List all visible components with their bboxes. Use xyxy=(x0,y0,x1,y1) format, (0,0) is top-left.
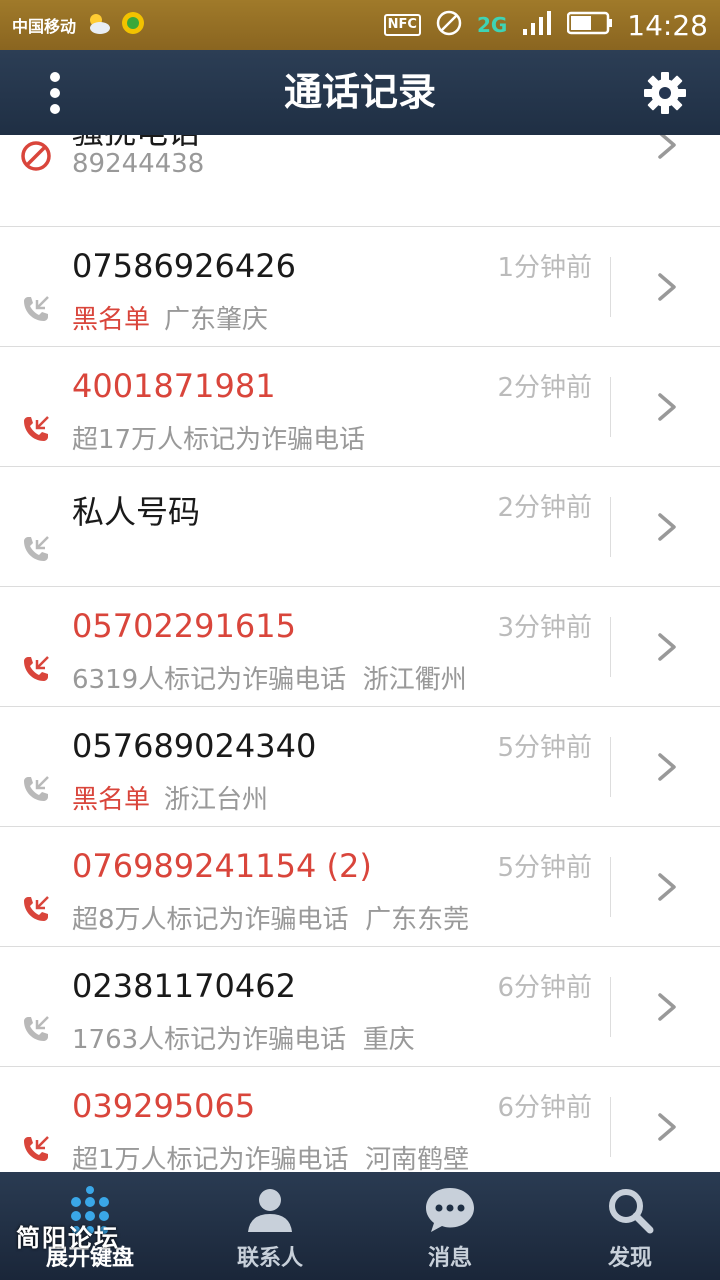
call-row[interactable]: 4001871981 超17万人标记为诈骗电话 2分钟前 xyxy=(0,347,720,467)
call-row[interactable]: 076989241154 (2) 超8万人标记为诈骗电话 广东东莞 5分钟前 xyxy=(0,827,720,947)
caller-name: 07586926426 xyxy=(72,247,296,285)
incoming-call-icon xyxy=(20,773,52,805)
person-icon xyxy=(248,1189,292,1232)
caller-detail: 89244438 xyxy=(72,149,204,179)
incoming-call-icon xyxy=(20,533,52,565)
caller-location: 超1万人标记为诈骗电话 河南鹤壁 xyxy=(72,1145,470,1172)
app-notification-icon xyxy=(120,10,146,40)
row-divider xyxy=(610,737,611,797)
caller-detail: 黑名单 浙江台州 xyxy=(72,779,268,816)
caller-detail: 超17万人标记为诈骗电话 xyxy=(72,419,365,456)
forum-watermark: 简阳论坛 xyxy=(16,1223,120,1252)
caller-detail: 超1万人标记为诈骗电话 河南鹤壁 xyxy=(72,1139,469,1172)
caller-name: 私人号码 xyxy=(72,493,201,531)
tab-contacts[interactable]: 联系人 xyxy=(180,1172,360,1280)
missed-call-icon xyxy=(20,413,52,445)
tab-label: 消息 xyxy=(427,1246,472,1271)
row-divider xyxy=(610,257,611,317)
search-icon xyxy=(609,1189,654,1234)
chevron-right-icon[interactable] xyxy=(652,867,682,907)
chevron-right-icon[interactable] xyxy=(652,387,682,427)
missed-call-icon xyxy=(20,893,52,925)
row-divider xyxy=(610,377,611,437)
caller-name: 076989241154 (2) xyxy=(72,847,372,885)
call-time: 5分钟前 xyxy=(497,853,592,883)
missed-call-icon xyxy=(20,1133,52,1165)
call-row[interactable]: 07586926426 黑名单 广东肇庆 1分钟前 xyxy=(0,227,720,347)
call-time: 3分钟前 xyxy=(497,613,592,643)
caller-name: 05702291615 xyxy=(72,607,296,645)
tab-discover[interactable]: 发现 xyxy=(540,1172,720,1280)
chevron-right-icon[interactable] xyxy=(652,627,682,667)
row-divider xyxy=(610,857,611,917)
chat-bubble-icon xyxy=(426,1188,474,1232)
signal-icon xyxy=(521,9,553,41)
clock: 14:28 xyxy=(627,8,708,42)
status-bar: 中国移动 NFC 2G 14:28 xyxy=(0,0,720,50)
call-row[interactable]: 骚扰电话 89244438 xyxy=(0,135,720,227)
tab-label: 联系人 xyxy=(236,1246,303,1271)
caller-detail: 6319人标记为诈骗电话 浙江衢州 xyxy=(72,659,467,696)
chevron-right-icon[interactable] xyxy=(652,987,682,1027)
caller-detail: 超8万人标记为诈骗电话 广东东莞 xyxy=(72,899,469,936)
caller-name: 039295065 xyxy=(72,1087,256,1125)
caller-detail: 1763人标记为诈骗电话 重庆 xyxy=(72,1019,415,1056)
row-divider xyxy=(610,617,611,677)
call-time: 2分钟前 xyxy=(497,493,592,523)
call-time: 6分钟前 xyxy=(497,1093,592,1123)
carrier-name: 中国移动 xyxy=(12,17,77,36)
settings-button[interactable] xyxy=(640,68,690,118)
caller-name: 057689024340 xyxy=(72,727,317,765)
caller-location: 超17万人标记为诈骗电话 xyxy=(72,425,366,455)
caller-location: 浙江台州 xyxy=(164,785,269,815)
call-time: 2分钟前 xyxy=(497,373,592,403)
incoming-call-icon xyxy=(20,1013,52,1045)
missed-call-icon xyxy=(20,653,52,685)
row-divider xyxy=(610,977,611,1037)
incoming-call-icon xyxy=(20,293,52,325)
gear-icon xyxy=(644,72,686,114)
blocked-icon xyxy=(20,140,52,172)
nfc-icon: NFC xyxy=(383,14,421,36)
tab-label: 发现 xyxy=(607,1246,652,1271)
tab-messages[interactable]: 消息 xyxy=(360,1172,540,1280)
call-log-list[interactable]: 骚扰电话 89244438 07586926426黑名单广东肇庆1分钟前4001… xyxy=(0,135,720,1172)
call-time: 5分钟前 xyxy=(497,733,592,763)
row-divider xyxy=(610,1097,611,1157)
caller-number: 89244438 xyxy=(72,149,205,179)
network-type: 2G xyxy=(476,13,508,37)
page-title: 通话记录 xyxy=(283,70,436,114)
caller-location: 1763人标记为诈骗电话 重庆 xyxy=(72,1025,415,1055)
do-not-disturb-icon xyxy=(435,9,463,41)
weather-icon xyxy=(84,10,112,40)
app-bar: 通话记录 xyxy=(0,50,720,135)
chevron-right-icon[interactable] xyxy=(652,135,682,165)
chevron-right-icon[interactable] xyxy=(652,507,682,547)
blacklist-tag: 黑名单 xyxy=(72,785,151,815)
chevron-right-icon[interactable] xyxy=(652,747,682,787)
call-row[interactable]: 02381170462 1763人标记为诈骗电话 重庆 6分钟前 xyxy=(0,947,720,1067)
call-time: 6分钟前 xyxy=(497,973,592,1003)
chevron-right-icon[interactable] xyxy=(652,267,682,307)
call-row[interactable]: 039295065 超1万人标记为诈骗电话 河南鹤壁 6分钟前 xyxy=(0,1067,720,1172)
caller-name: 4001871981 xyxy=(72,367,276,405)
caller-name: 02381170462 xyxy=(72,967,296,1005)
chevron-right-icon[interactable] xyxy=(652,1107,682,1147)
row-divider xyxy=(610,497,611,557)
call-row[interactable]: 057689024340 黑名单 浙江台州 5分钟前 xyxy=(0,707,720,827)
call-row[interactable]: 私人号码 2分钟前 xyxy=(0,467,720,587)
call-time: 1分钟前 xyxy=(497,253,592,283)
caller-location: 6319人标记为诈骗电话 浙江衢州 xyxy=(72,665,467,695)
caller-location: 超8万人标记为诈骗电话 广东东莞 xyxy=(72,905,470,935)
battery-icon xyxy=(567,11,613,39)
caller-detail: 黑名单 广东肇庆 xyxy=(72,299,268,336)
call-row[interactable]: 05702291615 6319人标记为诈骗电话 浙江衢州 3分钟前 xyxy=(0,587,720,707)
caller-location: 广东肇庆 xyxy=(164,305,269,335)
blacklist-tag: 黑名单 xyxy=(72,305,151,335)
